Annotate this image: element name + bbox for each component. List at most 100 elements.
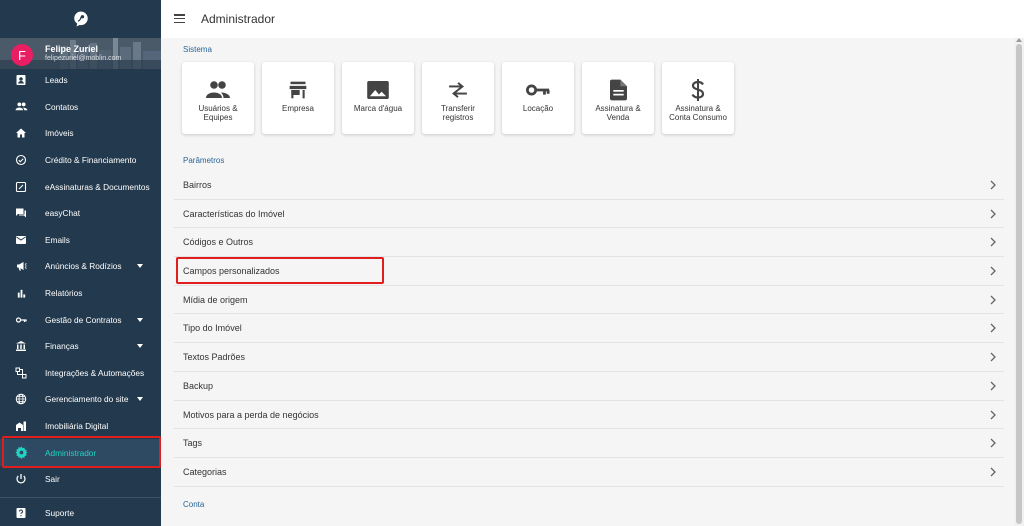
integration-icon <box>14 366 28 380</box>
logo[interactable] <box>0 0 161 38</box>
tile-transferir-registros[interactable]: Transferir registros <box>422 62 494 134</box>
store-icon <box>286 78 310 102</box>
megaphone-icon <box>14 259 28 273</box>
list-item-label: Backup <box>183 380 214 391</box>
list-item-categorias[interactable]: Categorias <box>174 458 1004 487</box>
sidebar-item-label: Imobiliária Digital <box>45 421 109 432</box>
avatar[interactable]: F <box>11 44 33 66</box>
help-icon <box>14 506 28 520</box>
list-item-textos-padroes[interactable]: Textos Padrões <box>174 343 1004 372</box>
sidebar-item-label: Contatos <box>45 101 79 112</box>
top-header: Administrador <box>161 0 1024 38</box>
tile-assinatura-conta-consumo[interactable]: Assinatura & Conta Consumo <box>662 62 734 134</box>
sidebar-item-label: Finanças <box>45 341 79 352</box>
list-item-tipo-imovel[interactable]: Tipo do Imóvel <box>174 314 1004 344</box>
sidebar-item-financas[interactable]: Finanças <box>0 333 161 360</box>
sidebar-item-integracoes[interactable]: Integrações & Automações <box>0 360 161 387</box>
tile-label: Empresa <box>281 104 314 113</box>
tile-label: Transferir registros <box>441 104 475 122</box>
bank-icon <box>14 339 28 353</box>
sidebar-divider <box>0 497 161 498</box>
list-item-label: Mídia de origem <box>183 294 248 305</box>
chevron-right-icon <box>990 180 996 190</box>
sidebar-item-label: Anúncios & Rodízios <box>45 261 122 272</box>
chevron-right-icon <box>990 237 996 247</box>
tile-marca-dagua[interactable]: Marca d'água <box>342 62 414 134</box>
tile-label: Usuários & Equipes <box>198 104 238 122</box>
people-icon <box>206 78 230 102</box>
section-title-conta: Conta <box>183 500 205 509</box>
list-item-tags[interactable]: Tags <box>174 429 1004 458</box>
user-email: felipezuriel@moblin.com <box>45 55 122 62</box>
sidebar: F Felipe Zuriel felipezuriel@moblin.com … <box>0 0 161 526</box>
building-icon <box>14 419 28 433</box>
chevron-down-icon <box>137 317 143 322</box>
sidebar-item-label: Crédito & Financiamento <box>45 155 137 166</box>
list-item-label: Características do Imóvel <box>183 208 285 219</box>
sidebar-item-label: Integrações & Automações <box>45 367 145 378</box>
sidebar-item-eassinaturas[interactable]: eAssinaturas & Documentos <box>0 173 161 200</box>
chevron-right-icon <box>990 438 996 448</box>
list-item-backup[interactable]: Backup <box>174 372 1004 401</box>
list-item-campos-personalizados[interactable]: Campos personalizados <box>174 257 1004 286</box>
sidebar-item-anuncios[interactable]: Anúncios & Rodízios <box>0 253 161 280</box>
logo-icon <box>73 11 88 27</box>
sidebar-item-label: Emails <box>45 234 70 245</box>
sidebar-item-contatos[interactable]: Contatos <box>0 94 161 121</box>
user-name: Felipe Zuriel <box>45 44 99 54</box>
chevron-right-icon <box>990 467 996 477</box>
chevron-right-icon <box>990 209 996 219</box>
chevron-right-icon <box>990 410 996 419</box>
list-item-label: Campos personalizados <box>183 266 280 277</box>
people-icon <box>14 100 28 114</box>
system-tiles: Usuários & Equipes Empresa Marca d'água … <box>182 62 734 134</box>
tile-label: Assinatura & Conta Consumo <box>669 104 727 122</box>
user-profile[interactable]: F Felipe Zuriel felipezuriel@moblin.com <box>0 38 161 69</box>
sidebar-item-label: eAssinaturas & Documentos <box>45 181 150 192</box>
check-circle-icon <box>14 153 28 167</box>
tile-assinatura-venda[interactable]: Assinatura & Venda <box>582 62 654 134</box>
home-icon <box>14 126 28 140</box>
sidebar-item-contratos[interactable]: Gestão de Contratos <box>0 306 161 333</box>
bar-chart-icon <box>14 286 28 300</box>
list-item-codigos[interactable]: Códigos e Outros <box>174 228 1004 258</box>
sidebar-item-site[interactable]: Gerenciamento do site <box>0 386 161 413</box>
scroll-up-arrow-icon[interactable] <box>1016 38 1022 42</box>
scroll-thumb[interactable] <box>1016 44 1022 524</box>
sidebar-item-emails[interactable]: Emails <box>0 227 161 254</box>
chevron-right-icon <box>990 266 996 276</box>
list-item-motivos-perda[interactable]: Motivos para a perda de negócios <box>174 401 1004 430</box>
sidebar-item-easychat[interactable]: easyChat <box>0 200 161 227</box>
active-item-highlight <box>2 436 161 468</box>
parameters-list: Bairros Características do Imóvel Código… <box>174 171 1004 487</box>
list-item-midia-origem[interactable]: Mídia de origem <box>174 286 1004 315</box>
chevron-down-icon <box>137 397 143 402</box>
list-item-caracteristicas[interactable]: Características do Imóvel <box>174 200 1004 229</box>
document-icon <box>606 78 630 102</box>
page-title: Administrador <box>201 12 276 26</box>
sidebar-item-sair[interactable]: Sair <box>0 466 161 493</box>
sidebar-item-label: Relatórios <box>45 288 83 299</box>
globe-icon <box>14 392 28 406</box>
dollar-icon <box>686 78 710 102</box>
sidebar-item-label: Sair <box>45 474 60 485</box>
tile-empresa[interactable]: Empresa <box>262 62 334 134</box>
app: F Felipe Zuriel felipezuriel@moblin.com … <box>0 0 1024 526</box>
list-item-bairros[interactable]: Bairros <box>174 171 1004 200</box>
sidebar-item-imoveis[interactable]: Imóveis <box>0 120 161 147</box>
menu-icon[interactable] <box>174 14 185 24</box>
key-icon <box>14 313 28 327</box>
chevron-down-icon <box>137 344 143 349</box>
sidebar-item-leads[interactable]: Leads <box>0 67 161 94</box>
tile-usuarios-equipes[interactable]: Usuários & Equipes <box>182 62 254 134</box>
section-title-sistema: Sistema <box>183 45 212 54</box>
signature-icon <box>14 180 28 194</box>
sidebar-item-suporte[interactable]: Suporte <box>0 500 161 526</box>
scrollbar[interactable] <box>1014 38 1024 526</box>
sidebar-item-relatorios[interactable]: Relatórios <box>0 280 161 307</box>
key-icon <box>526 78 550 102</box>
sidebar-item-label: Gerenciamento do site <box>45 394 129 405</box>
sidebar-item-credito[interactable]: Crédito & Financiamento <box>0 147 161 174</box>
chevron-down-icon <box>137 264 143 269</box>
tile-locacao[interactable]: Locação <box>502 62 574 134</box>
